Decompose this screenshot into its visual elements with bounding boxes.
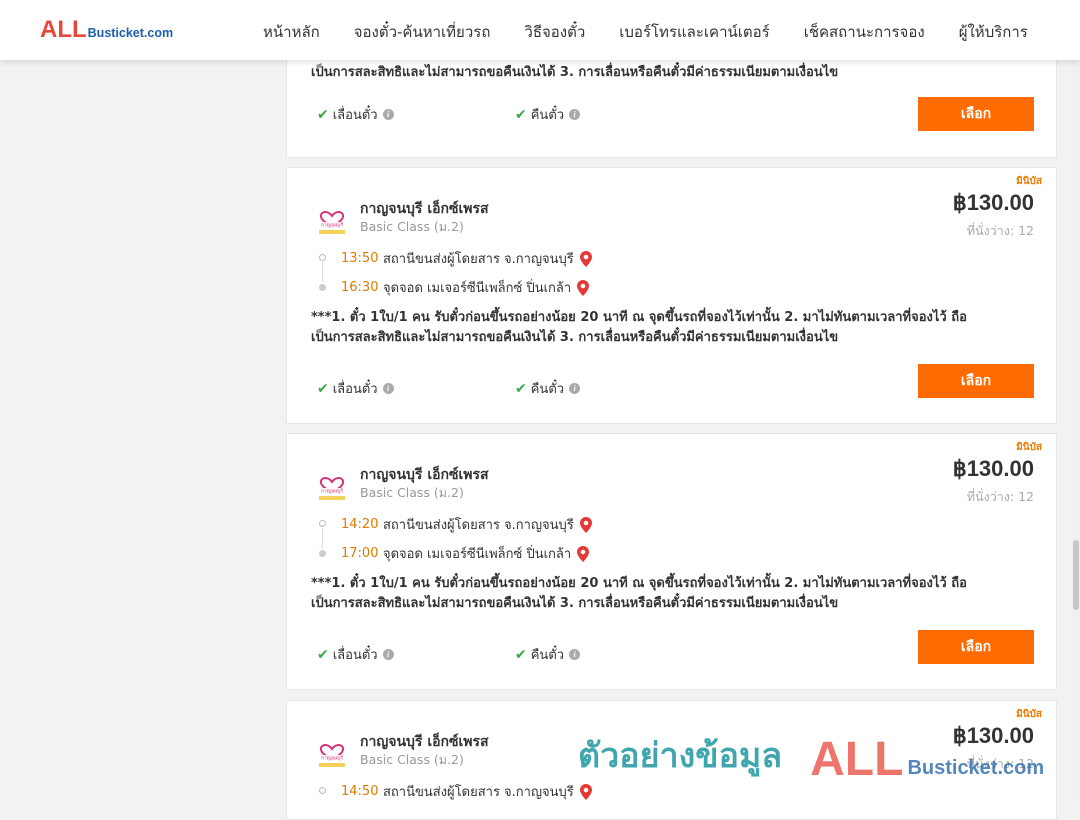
option-refund-label: คืนตั๋ว [530,108,565,123]
arrival-stop: 17:00 จุดจอด เมเจอร์ซีนีเพล็กซ์ ปิ่นเกล้… [341,543,590,564]
operator-logo-icon: กาญจนบุรี [318,744,346,767]
arrival-place: จุดจอด เมเจอร์ซีนีเพล็กซ์ ปิ่นเกล้า [383,281,572,296]
vehicle-badge: มินิบัส [1016,442,1042,453]
arrival-stop: 16:30 จุดจอด เมเจอร์ซีนีเพล็กซ์ ปิ่นเกล้… [341,277,590,298]
option-refund-ticket: ✔ คืนตั๋ว i [515,378,581,399]
arrival-time: 17:00 [341,546,379,561]
operator-logo-icon: กาญจนบุรี [318,477,346,500]
nav-contact-counter[interactable]: เบอร์โทรและเคาน์เตอร์ [619,20,769,44]
option-refund-ticket: ✔ คืนตั๋ว i [515,104,581,125]
info-icon[interactable]: i [382,383,394,394]
note-line-1: ***1. ตั๋ว 1ใบ/1 คน รับตั๋วก่อนขึ้นรถอย่… [311,576,967,591]
departure-place: สถานีขนส่งผู้โดยสาร จ.กาญจนบุรี [383,785,574,800]
check-icon: ✔ [515,646,527,663]
info-icon[interactable]: i [569,383,581,394]
note-line-2: เป็นการสละสิทธิและไม่สามารถขอคืนเงินได้ … [311,596,839,611]
arrival-time: 16:30 [341,280,379,295]
trip-card: มินิบัส กาญจนบุรี กาญจนบุรี เอ็กซ์เพรส B… [286,167,1057,424]
option-change-ticket: ✔ เลื่อนตั๋ว i [317,644,394,665]
option-change-ticket: ✔ เลื่อนตั๋ว i [317,104,394,125]
scrollbar-track[interactable] [1072,60,1080,800]
nav-how-to-book[interactable]: วิธีจองตั๋ว [524,20,585,44]
map-pin-icon[interactable] [579,783,592,800]
seats-available: ที่นั่งว่าง: 12 [966,489,1034,504]
select-button[interactable]: เลือก [918,630,1034,664]
svg-text:กาญจนบุรี: กาญจนบุรี [321,488,344,495]
departure-stop: 13:50 สถานีขนส่งผู้โดยสาร จ.กาญจนบุรี [341,248,592,269]
departure-dot [319,254,326,261]
bus-class: Basic Class (ม.2) [360,752,464,767]
option-change-label: เลื่อนตั๋ว [332,108,378,123]
select-button[interactable]: เลือก [918,364,1034,398]
check-icon: ✔ [515,380,527,397]
nav-operators[interactable]: ผู้ให้บริการ [959,20,1028,44]
info-icon[interactable]: i [569,649,581,660]
departure-time: 14:20 [341,517,379,532]
vehicle-badge: มินิบัส [1016,709,1042,720]
main-nav: หน้าหลัก จองตั๋ว-ค้นหาเที่ยวรถ วิธีจองตั… [263,20,1062,44]
departure-dot [319,787,326,794]
departure-place: สถานีขนส่งผู้โดยสาร จ.กาญจนบุรี [383,518,574,533]
trip-notes: ***1. ตั๋ว 1ใบ/1 คน รับตั๋วก่อนขึ้นรถอย่… [311,308,1011,348]
departure-time: 14:50 [341,784,379,799]
seats-available: ที่นั่งว่าง: 12 [966,223,1034,238]
trip-notes: ***1. ตั๋ว 1ใบ/1 คน รับตั๋วก่อนขึ้นรถอย่… [311,574,1011,614]
select-button[interactable]: เลือก [918,97,1034,131]
map-pin-icon[interactable] [579,250,592,267]
departure-dot [319,520,326,527]
info-icon[interactable]: i [382,109,394,120]
departure-stop: 14:20 สถานีขนส่งผู้โดยสาร จ.กาญจนบุรี [341,514,592,535]
option-refund-ticket: ✔ คืนตั๋ว i [515,644,581,665]
scrollbar-thumb[interactable] [1073,540,1079,610]
option-change-label: เลื่อนตั๋ว [332,382,378,397]
site-logo[interactable]: ALL Busticket.com [40,18,173,42]
check-icon: ✔ [317,106,329,123]
trip-card: มินิบัส กาญจนบุรี กาญจนบุรี เอ็กซ์เพรส B… [286,433,1057,690]
bus-class: Basic Class (ม.2) [360,219,464,234]
info-icon[interactable]: i [569,109,581,120]
site-header: ALL Busticket.com หน้าหลัก จองตั๋ว-ค้นหา… [0,0,1080,60]
ticket-price: ฿130.00 [952,456,1034,481]
note-line-2: เป็นการสละสิทธิและไม่สามารถขอคืนเงินได้ … [311,65,839,80]
svg-text:กาญจนบุรี: กาญจนบุรี [321,222,344,229]
option-refund-label: คืนตั๋ว [530,382,565,397]
check-icon: ✔ [515,106,527,123]
logo-site: Busticket.com [87,26,174,40]
option-change-label: เลื่อนตั๋ว [332,648,378,663]
trip-card: มินิบัส กาญจนบุรี กาญจนบุรี เอ็กซ์เพรส B… [286,700,1057,820]
map-pin-icon[interactable] [577,279,590,296]
ticket-price: ฿130.00 [952,190,1034,215]
bus-class: Basic Class (ม.2) [360,485,464,500]
arrival-dot [319,284,326,291]
vehicle-badge: มินิบัส [1016,176,1042,187]
nav-book-search[interactable]: จองตั๋ว-ค้นหาเที่ยวรถ [354,20,491,44]
nav-check-status[interactable]: เช็คสถานะการจอง [804,20,925,44]
arrival-dot [319,550,326,557]
info-icon[interactable]: i [382,649,394,660]
nav-home[interactable]: หน้าหลัก [263,20,320,44]
timeline-line [322,528,323,548]
logo-all: ALL [40,16,87,43]
note-line-1: ***1. ตั๋ว 1ใบ/1 คน รับตั๋วก่อนขึ้นรถอย่… [311,310,967,325]
option-refund-label: คืนตั๋ว [530,648,565,663]
check-icon: ✔ [317,646,329,663]
seats-available: ที่นั่งว่าง: 12 [966,756,1034,771]
timeline-line [322,262,323,282]
departure-time: 13:50 [341,251,379,266]
departure-stop: 14:50 สถานีขนส่งผู้โดยสาร จ.กาญจนบุรี [341,781,592,802]
map-pin-icon[interactable] [577,545,590,562]
svg-text:กาญจนบุรี: กาญจนบุรี [321,755,344,762]
check-icon: ✔ [317,380,329,397]
option-change-ticket: ✔ เลื่อนตั๋ว i [317,378,394,399]
departure-place: สถานีขนส่งผู้โดยสาร จ.กาญจนบุรี [383,252,574,267]
map-pin-icon[interactable] [579,516,592,533]
note-line-2: เป็นการสละสิทธิและไม่สามารถขอคืนเงินได้ … [311,330,839,345]
arrival-place: จุดจอด เมเจอร์ซีนีเพล็กซ์ ปิ่นเกล้า [383,547,572,562]
ticket-price: ฿130.00 [952,723,1034,748]
operator-logo-icon: กาญจนบุรี [318,211,346,234]
trip-notes: เป็นการสละสิทธิและไม่สามารถขอคืนเงินได้ … [311,63,1011,83]
